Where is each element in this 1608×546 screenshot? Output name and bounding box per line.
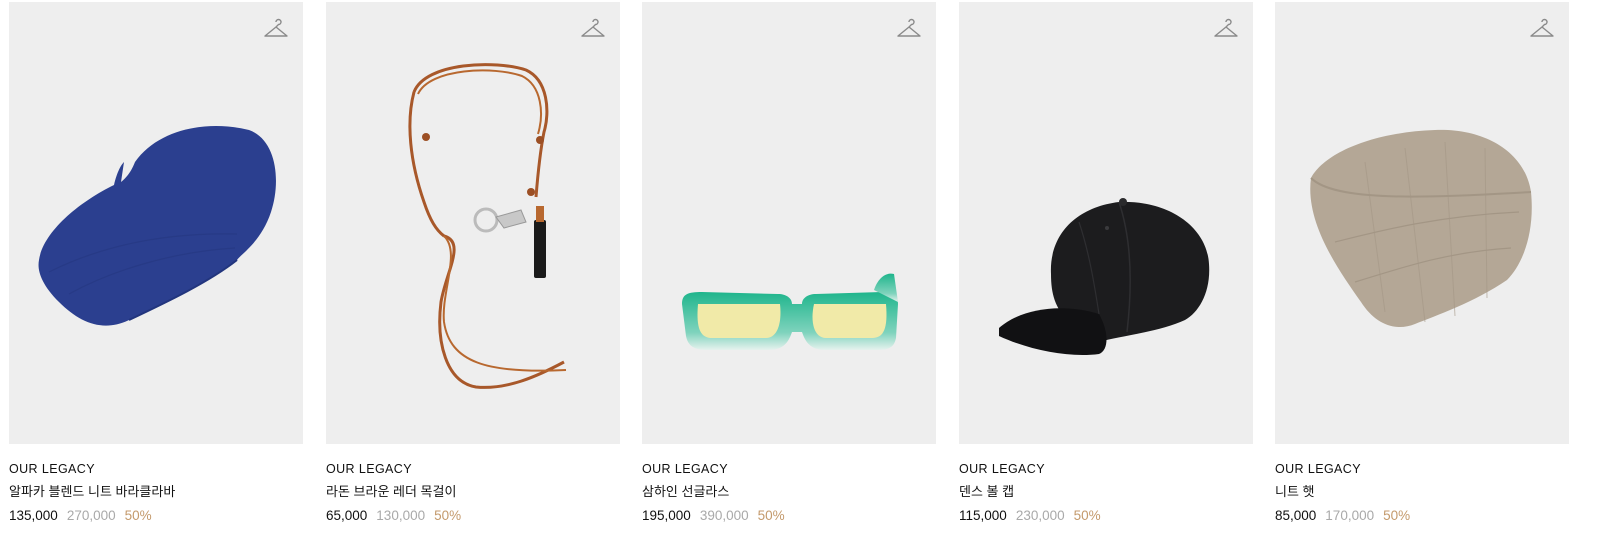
product-image-link[interactable] xyxy=(1275,2,1569,444)
product-image-link[interactable] xyxy=(642,2,936,444)
product-brand[interactable]: OUR LEGACY xyxy=(1275,461,1569,477)
original-price: 270,000 xyxy=(66,508,116,523)
product-brand[interactable]: OUR LEGACY xyxy=(9,461,303,477)
sale-price: 135,000 xyxy=(9,508,58,523)
product-image-balaclava xyxy=(38,125,276,326)
product-brand[interactable]: OUR LEGACY xyxy=(642,461,936,477)
discount-rate: 50% xyxy=(124,508,152,523)
product-name[interactable]: 라돈 브라운 레더 목걸이 xyxy=(326,483,620,501)
discount-rate: 50% xyxy=(757,508,785,523)
product-image-ball-cap xyxy=(999,198,1210,356)
product-name[interactable]: 삼하인 선글라스 xyxy=(642,483,936,501)
original-price: 230,000 xyxy=(1015,508,1065,523)
product-image-link[interactable] xyxy=(959,2,1253,444)
sale-price: 65,000 xyxy=(326,508,368,523)
product-card[interactable]: OUR LEGACY 니트 햇 85,000 170,000 50% xyxy=(1275,2,1569,525)
price-row: 85,000 170,000 50% xyxy=(1275,507,1569,525)
sale-price: 115,000 xyxy=(959,508,1007,523)
hanger-icon[interactable] xyxy=(1213,16,1239,42)
price-row: 65,000 130,000 50% xyxy=(326,507,620,525)
product-card[interactable]: OUR LEGACY 라돈 브라운 레더 목걸이 65,000 130,000 50… xyxy=(326,2,620,525)
product-name[interactable]: 덴스 볼 캡 xyxy=(959,483,1253,501)
product-image-link[interactable] xyxy=(9,2,303,444)
discount-rate: 50% xyxy=(1383,508,1411,523)
product-card[interactable]: OUR LEGACY 알파카 블렌드 니트 바라클라바 135,000 270,0… xyxy=(9,2,303,525)
hanger-icon[interactable] xyxy=(263,16,289,42)
product-card[interactable]: OUR LEGACY 덴스 볼 캡 115,000 230,000 50% xyxy=(959,2,1253,525)
hanger-icon[interactable] xyxy=(896,16,922,42)
sale-price: 195,000 xyxy=(642,508,691,523)
product-name[interactable]: 알파카 블렌드 니트 바라클라바 xyxy=(9,483,303,501)
product-brand[interactable]: OUR LEGACY xyxy=(959,461,1253,477)
price-row: 195,000 390,000 50% xyxy=(642,507,936,525)
product-grid: OUR LEGACY 알파카 블렌드 니트 바라클라바 135,000 270,0… xyxy=(0,0,1608,546)
price-row: 115,000 230,000 50% xyxy=(959,507,1253,525)
original-price: 390,000 xyxy=(699,508,749,523)
discount-rate: 50% xyxy=(434,508,462,523)
original-price: 130,000 xyxy=(376,508,426,523)
sale-price: 85,000 xyxy=(1275,508,1317,523)
product-image-sunglasses xyxy=(682,273,898,350)
product-image-knit-hat xyxy=(1310,129,1532,328)
hanger-icon[interactable] xyxy=(580,16,606,42)
original-price: 170,000 xyxy=(1325,508,1375,523)
hanger-icon[interactable] xyxy=(1529,16,1555,42)
product-image-necklace xyxy=(408,63,567,389)
discount-rate: 50% xyxy=(1073,508,1101,523)
product-name[interactable]: 니트 햇 xyxy=(1275,483,1569,501)
product-card[interactable]: OUR LEGACY 삼하인 선글라스 195,000 390,000 50% xyxy=(642,2,936,525)
price-row: 135,000 270,000 50% xyxy=(9,507,303,525)
product-image-link[interactable] xyxy=(326,2,620,444)
product-brand[interactable]: OUR LEGACY xyxy=(326,461,620,477)
